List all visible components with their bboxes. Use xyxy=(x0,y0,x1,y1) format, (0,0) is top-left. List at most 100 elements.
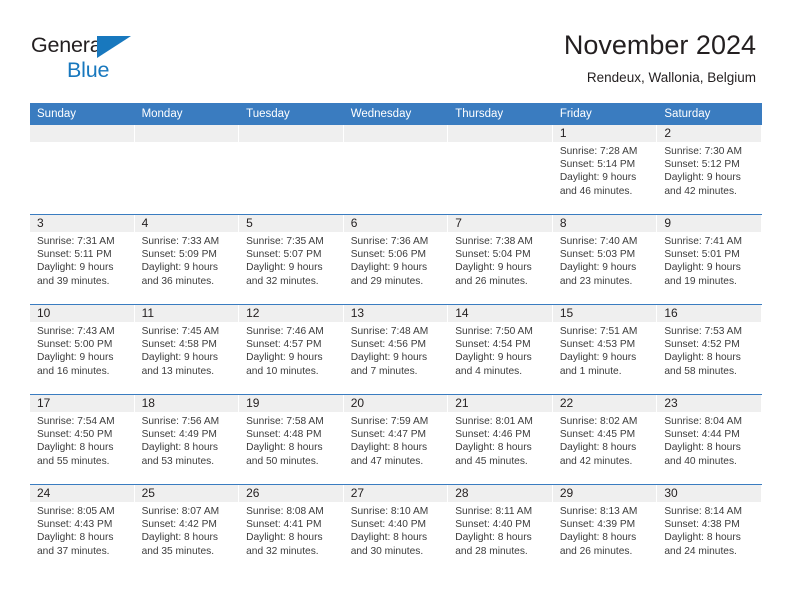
daylight-duration-line1: Daylight: 9 hours xyxy=(350,352,428,364)
calendar-day-cell[interactable]: 30 Sunrise: 8:14 AM Sunset: 4:38 PM Dayligh… xyxy=(657,485,762,574)
sunrise-time: Sunrise: 8:05 AM xyxy=(37,506,115,517)
sunset-time: Sunset: 4:41 PM xyxy=(246,519,322,531)
day-number xyxy=(134,125,239,142)
day-details: Sunrise: 8:01 AM Sunset: 4:46 PM Daylight:… xyxy=(448,412,552,468)
day-number: 29 xyxy=(552,485,657,502)
sunrise-time: Sunrise: 8:10 AM xyxy=(350,506,429,517)
calendar-day-cell[interactable]: 27 Sunrise: 8:10 AM Sunset: 4:40 PM Dayligh… xyxy=(343,485,449,574)
calendar-day-cell[interactable]: 6 Sunrise: 7:36 AM Sunset: 5:06 PM Daylight… xyxy=(343,215,449,304)
daylight-duration-line2: and 58 minutes. xyxy=(664,365,737,377)
day-number: 22 xyxy=(552,395,657,412)
weekday-header-wednesday: Wednesday xyxy=(350,108,412,120)
day-number: 25 xyxy=(134,485,239,502)
sunset-time: Sunset: 4:42 PM xyxy=(141,519,217,531)
day-details: Sunrise: 8:05 AM Sunset: 4:43 PM Daylight:… xyxy=(30,502,134,558)
daylight-duration-line2: and 32 minutes. xyxy=(246,545,319,557)
calendar-week-row: 10 Sunrise: 7:43 AM Sunset: 5:00 PM Dayligh… xyxy=(30,304,762,394)
sunset-time: Sunset: 4:45 PM xyxy=(559,429,636,441)
sunset-time: Sunset: 5:03 PM xyxy=(559,249,636,261)
day-number: 13 xyxy=(343,305,448,322)
daylight-duration-line2: and 30 minutes. xyxy=(350,545,424,557)
calendar-day-cell[interactable]: 13 Sunrise: 7:48 AM Sunset: 4:56 PM Dayligh… xyxy=(343,305,449,394)
daylight-duration-line1: Daylight: 8 hours xyxy=(141,442,219,454)
day-number: 27 xyxy=(343,485,448,502)
daylight-duration-line1: Daylight: 8 hours xyxy=(455,442,532,454)
sunset-time: Sunset: 4:43 PM xyxy=(37,519,113,531)
sunrise-time: Sunrise: 7:33 AM xyxy=(141,236,220,247)
day-number: 21 xyxy=(448,395,552,412)
calendar-day-cell[interactable]: 10 Sunrise: 7:43 AM Sunset: 5:00 PM Dayligh… xyxy=(30,305,135,394)
brand-triangle-icon xyxy=(97,36,131,58)
calendar-day-cell[interactable]: 16 Sunrise: 7:53 AM Sunset: 4:52 PM Dayligh… xyxy=(657,305,762,394)
calendar-day-cell[interactable]: 24 Sunrise: 8:05 AM Sunset: 4:43 PM Dayligh… xyxy=(30,485,135,574)
calendar-day-cell[interactable]: 29 Sunrise: 8:13 AM Sunset: 4:39 PM Dayligh… xyxy=(552,485,658,574)
calendar-day-cell[interactable]: 11 Sunrise: 7:45 AM Sunset: 4:58 PM Dayligh… xyxy=(134,305,240,394)
daylight-duration-line2: and 16 minutes. xyxy=(37,365,110,377)
calendar-day-cell[interactable]: 4 Sunrise: 7:33 AM Sunset: 5:09 PM Daylight… xyxy=(134,215,240,304)
day-number: 4 xyxy=(134,215,239,232)
weekday-header-tuesday: Tuesday xyxy=(246,108,290,120)
calendar-day-cell[interactable]: 18 Sunrise: 7:56 AM Sunset: 4:49 PM Dayligh… xyxy=(134,395,240,484)
daylight-duration-line1: Daylight: 8 hours xyxy=(246,532,323,544)
title-block: November 2024 Rendeux, Wallonia, Belgium xyxy=(564,28,756,86)
day-number: 3 xyxy=(30,215,134,232)
brand-logo[interactable]: General Blue xyxy=(31,32,211,84)
calendar-day-cell[interactable]: 7 Sunrise: 7:38 AM Sunset: 5:04 PM Daylight… xyxy=(448,215,553,304)
day-number: 16 xyxy=(657,305,761,322)
weekday-header-sunday: Sunday xyxy=(37,108,77,120)
daylight-duration-line1: Daylight: 9 hours xyxy=(246,262,323,274)
day-number xyxy=(239,125,343,142)
daylight-duration-line1: Daylight: 9 hours xyxy=(664,172,741,184)
sunset-time: Sunset: 4:47 PM xyxy=(350,429,427,441)
calendar-day-cell[interactable]: 25 Sunrise: 8:07 AM Sunset: 4:42 PM Dayligh… xyxy=(134,485,240,574)
calendar-day-cell[interactable]: 5 Sunrise: 7:35 AM Sunset: 5:07 PM Daylight… xyxy=(239,215,344,304)
day-number: 30 xyxy=(657,485,761,502)
calendar-day-cell[interactable]: 17 Sunrise: 7:54 AM Sunset: 4:50 PM Dayligh… xyxy=(30,395,135,484)
calendar-day-cell[interactable]: 19 Sunrise: 7:58 AM Sunset: 4:48 PM Dayligh… xyxy=(239,395,344,484)
day-details: Sunrise: 7:30 AM Sunset: 5:12 PM Daylight:… xyxy=(657,142,761,198)
calendar-day-cell[interactable]: 12 Sunrise: 7:46 AM Sunset: 4:57 PM Dayligh… xyxy=(239,305,344,394)
sunrise-time: Sunrise: 8:04 AM xyxy=(664,416,742,427)
daylight-duration-line2: and 24 minutes. xyxy=(664,545,737,557)
calendar-day-cell[interactable]: 8 Sunrise: 7:40 AM Sunset: 5:03 PM Daylight… xyxy=(552,215,658,304)
day-number: 24 xyxy=(30,485,134,502)
calendar-day-cell[interactable]: 28 Sunrise: 8:11 AM Sunset: 4:40 PM Dayligh… xyxy=(448,485,553,574)
sunrise-time: Sunrise: 7:30 AM xyxy=(664,146,742,157)
calendar-day-cell[interactable]: 22 Sunrise: 8:02 AM Sunset: 4:45 PM Dayligh… xyxy=(552,395,658,484)
day-details: Sunrise: 7:40 AM Sunset: 5:03 PM Daylight:… xyxy=(553,232,657,288)
daylight-duration-line2: and 39 minutes. xyxy=(37,275,110,287)
calendar-day-cell[interactable]: 9 Sunrise: 7:41 AM Sunset: 5:01 PM Daylight… xyxy=(657,215,762,304)
sunset-time: Sunset: 4:48 PM xyxy=(246,429,322,441)
calendar-day-cell[interactable]: 20 Sunrise: 7:59 AM Sunset: 4:47 PM Dayligh… xyxy=(343,395,449,484)
sunrise-time: Sunrise: 7:41 AM xyxy=(664,236,742,247)
day-number: 5 xyxy=(239,215,343,232)
sunrise-time: Sunrise: 7:56 AM xyxy=(141,416,220,427)
calendar-day-cell[interactable]: 26 Sunrise: 8:08 AM Sunset: 4:41 PM Dayligh… xyxy=(239,485,344,574)
sunrise-time: Sunrise: 7:54 AM xyxy=(37,416,115,427)
calendar-day-cell[interactable]: 2 Sunrise: 7:30 AM Sunset: 5:12 PM Daylight… xyxy=(657,125,762,214)
calendar-day-cell[interactable]: 21 Sunrise: 8:01 AM Sunset: 4:46 PM Dayligh… xyxy=(448,395,553,484)
sunset-time: Sunset: 4:57 PM xyxy=(246,339,322,351)
sunrise-time: Sunrise: 7:53 AM xyxy=(664,326,742,337)
daylight-duration-line2: and 7 minutes. xyxy=(350,365,418,377)
calendar-day-cell[interactable]: 3 Sunrise: 7:31 AM Sunset: 5:11 PM Daylight… xyxy=(30,215,135,304)
sunset-time: Sunset: 4:46 PM xyxy=(455,429,531,441)
calendar-week-row: 24 Sunrise: 8:05 AM Sunset: 4:43 PM Dayligh… xyxy=(30,484,762,574)
calendar-day-cell[interactable]: 1 Sunrise: 7:28 AM Sunset: 5:14 PM Daylight… xyxy=(552,125,658,214)
day-number: 11 xyxy=(134,305,239,322)
day-number: 10 xyxy=(30,305,134,322)
day-number: 15 xyxy=(552,305,657,322)
brand-name-blue: Blue xyxy=(67,58,110,82)
daylight-duration-line1: Daylight: 9 hours xyxy=(141,352,219,364)
sunrise-time: Sunrise: 8:01 AM xyxy=(455,416,533,427)
calendar-day-cell[interactable]: 14 Sunrise: 7:50 AM Sunset: 4:54 PM Dayligh… xyxy=(448,305,553,394)
calendar-day-cell[interactable]: 23 Sunrise: 8:04 AM Sunset: 4:44 PM Dayligh… xyxy=(657,395,762,484)
sunrise-time: Sunrise: 8:02 AM xyxy=(559,416,638,427)
daylight-duration-line2: and 26 minutes. xyxy=(455,275,528,287)
calendar-day-cell[interactable]: 15 Sunrise: 7:51 AM Sunset: 4:53 PM Dayligh… xyxy=(552,305,658,394)
sunrise-time: Sunrise: 8:07 AM xyxy=(141,506,220,517)
day-details: Sunrise: 8:02 AM Sunset: 4:45 PM Daylight:… xyxy=(553,412,657,468)
daylight-duration-line1: Daylight: 8 hours xyxy=(664,352,741,364)
daylight-duration-line2: and 46 minutes. xyxy=(559,185,633,197)
day-details: Sunrise: 7:41 AM Sunset: 5:01 PM Daylight:… xyxy=(657,232,761,288)
